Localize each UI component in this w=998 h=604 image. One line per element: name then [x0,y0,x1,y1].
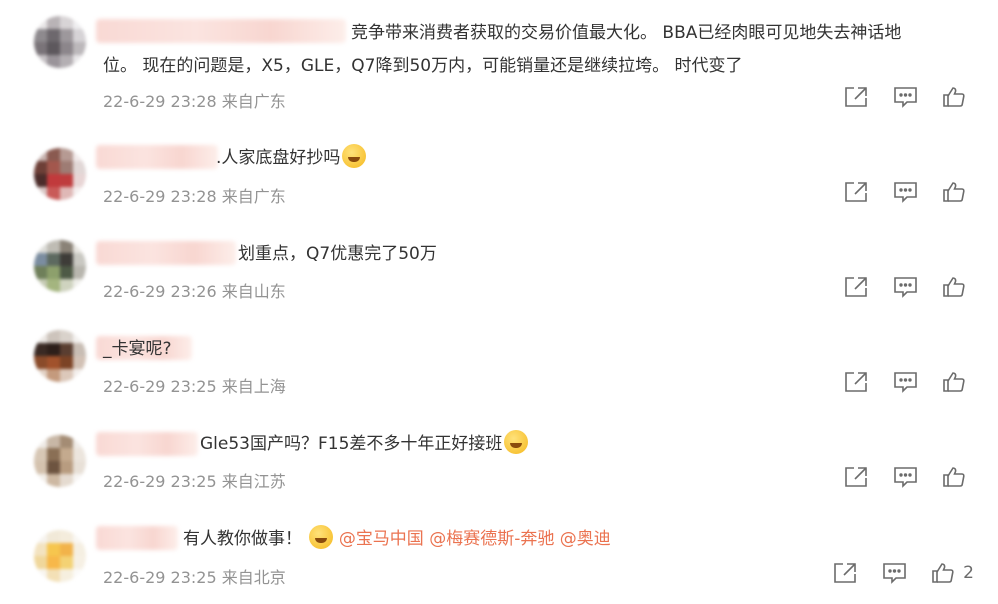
username-redacted[interactable] [96,241,236,265]
comment-icon [894,87,917,108]
share-button[interactable] [844,371,869,393]
mention-link[interactable]: @梅赛德斯-奔驰 [429,529,554,549]
reply-button[interactable] [893,276,918,298]
comment-meta: 22-6-29 23:28 来自广东 [103,92,286,111]
comment-text: .人家底盘好抄吗 [216,142,367,175]
comment-actions [844,181,974,203]
comment-actions: 2 [833,562,974,584]
comment-text: 有人教你做事！ @宝马中国 @梅赛德斯-奔驰 @奥迪 [183,523,611,556]
reply-button[interactable] [893,181,918,203]
comment-icon [894,277,917,298]
comment-icon [883,563,906,584]
comment-actions [844,86,974,108]
thumbs-up-icon [943,467,965,487]
like-button[interactable] [942,371,974,393]
username-redacted[interactable] [96,526,178,550]
comment-icon [894,182,917,203]
reply-button[interactable] [893,371,918,393]
share-icon [845,372,867,392]
thumbs-up-icon [932,563,954,583]
like-button[interactable] [942,466,974,488]
share-icon [845,182,867,202]
thinking-face-emoji [309,525,334,549]
comment-icon [894,467,917,488]
avatar[interactable] [34,16,86,68]
like-button[interactable] [942,181,974,203]
share-icon [834,563,856,583]
avatar[interactable] [34,148,86,200]
share-button[interactable] [844,86,869,108]
comment-text: 竞争带来消费者获取的交易价值最大化。 BBA已经肉眼可见地失去神话地 [351,23,902,43]
avatar[interactable] [34,530,86,582]
comment-text: 划重点，Q7优惠完了50万 [238,244,437,264]
like-button[interactable] [942,276,974,298]
grin-face-emoji [504,430,529,454]
username-redacted[interactable] [96,19,346,43]
username-redacted[interactable] [96,145,218,169]
avatar[interactable] [34,240,86,292]
like-button[interactable] [942,86,974,108]
mention-link[interactable]: @奥迪 [560,529,611,549]
comment-text: Gle53国产吗？F15差不多十年正好接班 [200,428,529,461]
comment-text-continued: 位。 现在的问题是，X5，GLE，Q7降到50万内，可能销量还是继续拉垮。 时代… [103,56,743,76]
comment-actions [844,371,974,393]
share-icon [845,467,867,487]
comment-meta: 22-6-29 23:26 来自山东 [103,282,286,301]
avatar[interactable] [34,330,86,382]
comment-actions [844,276,974,298]
comment-text: _卡宴呢? [103,339,172,359]
comment-meta: 22-6-29 23:25 来自江苏 [103,472,286,491]
like-button[interactable]: 2 [931,562,974,584]
share-icon [845,87,867,107]
comment-actions [844,466,974,488]
reply-button[interactable] [882,562,907,584]
reply-button[interactable] [893,86,918,108]
avatar[interactable] [34,435,86,487]
like-count: 2 [963,563,974,583]
share-icon [845,277,867,297]
share-button[interactable] [844,181,869,203]
thumbs-up-icon [943,277,965,297]
share-button[interactable] [833,562,858,584]
reply-button[interactable] [893,466,918,488]
comment-meta: 22-6-29 23:25 来自北京 [103,568,286,587]
comment-icon [894,372,917,393]
mention-link[interactable]: @宝马中国 [339,529,424,549]
thumbs-up-icon [943,87,965,107]
share-button[interactable] [844,276,869,298]
comment-meta: 22-6-29 23:28 来自广东 [103,187,286,206]
username-redacted[interactable] [96,432,198,456]
thumbs-up-icon [943,372,965,392]
share-button[interactable] [844,466,869,488]
comment-meta: 22-6-29 23:25 来自上海 [103,377,286,396]
shush-face-emoji [342,144,367,168]
thumbs-up-icon [943,182,965,202]
